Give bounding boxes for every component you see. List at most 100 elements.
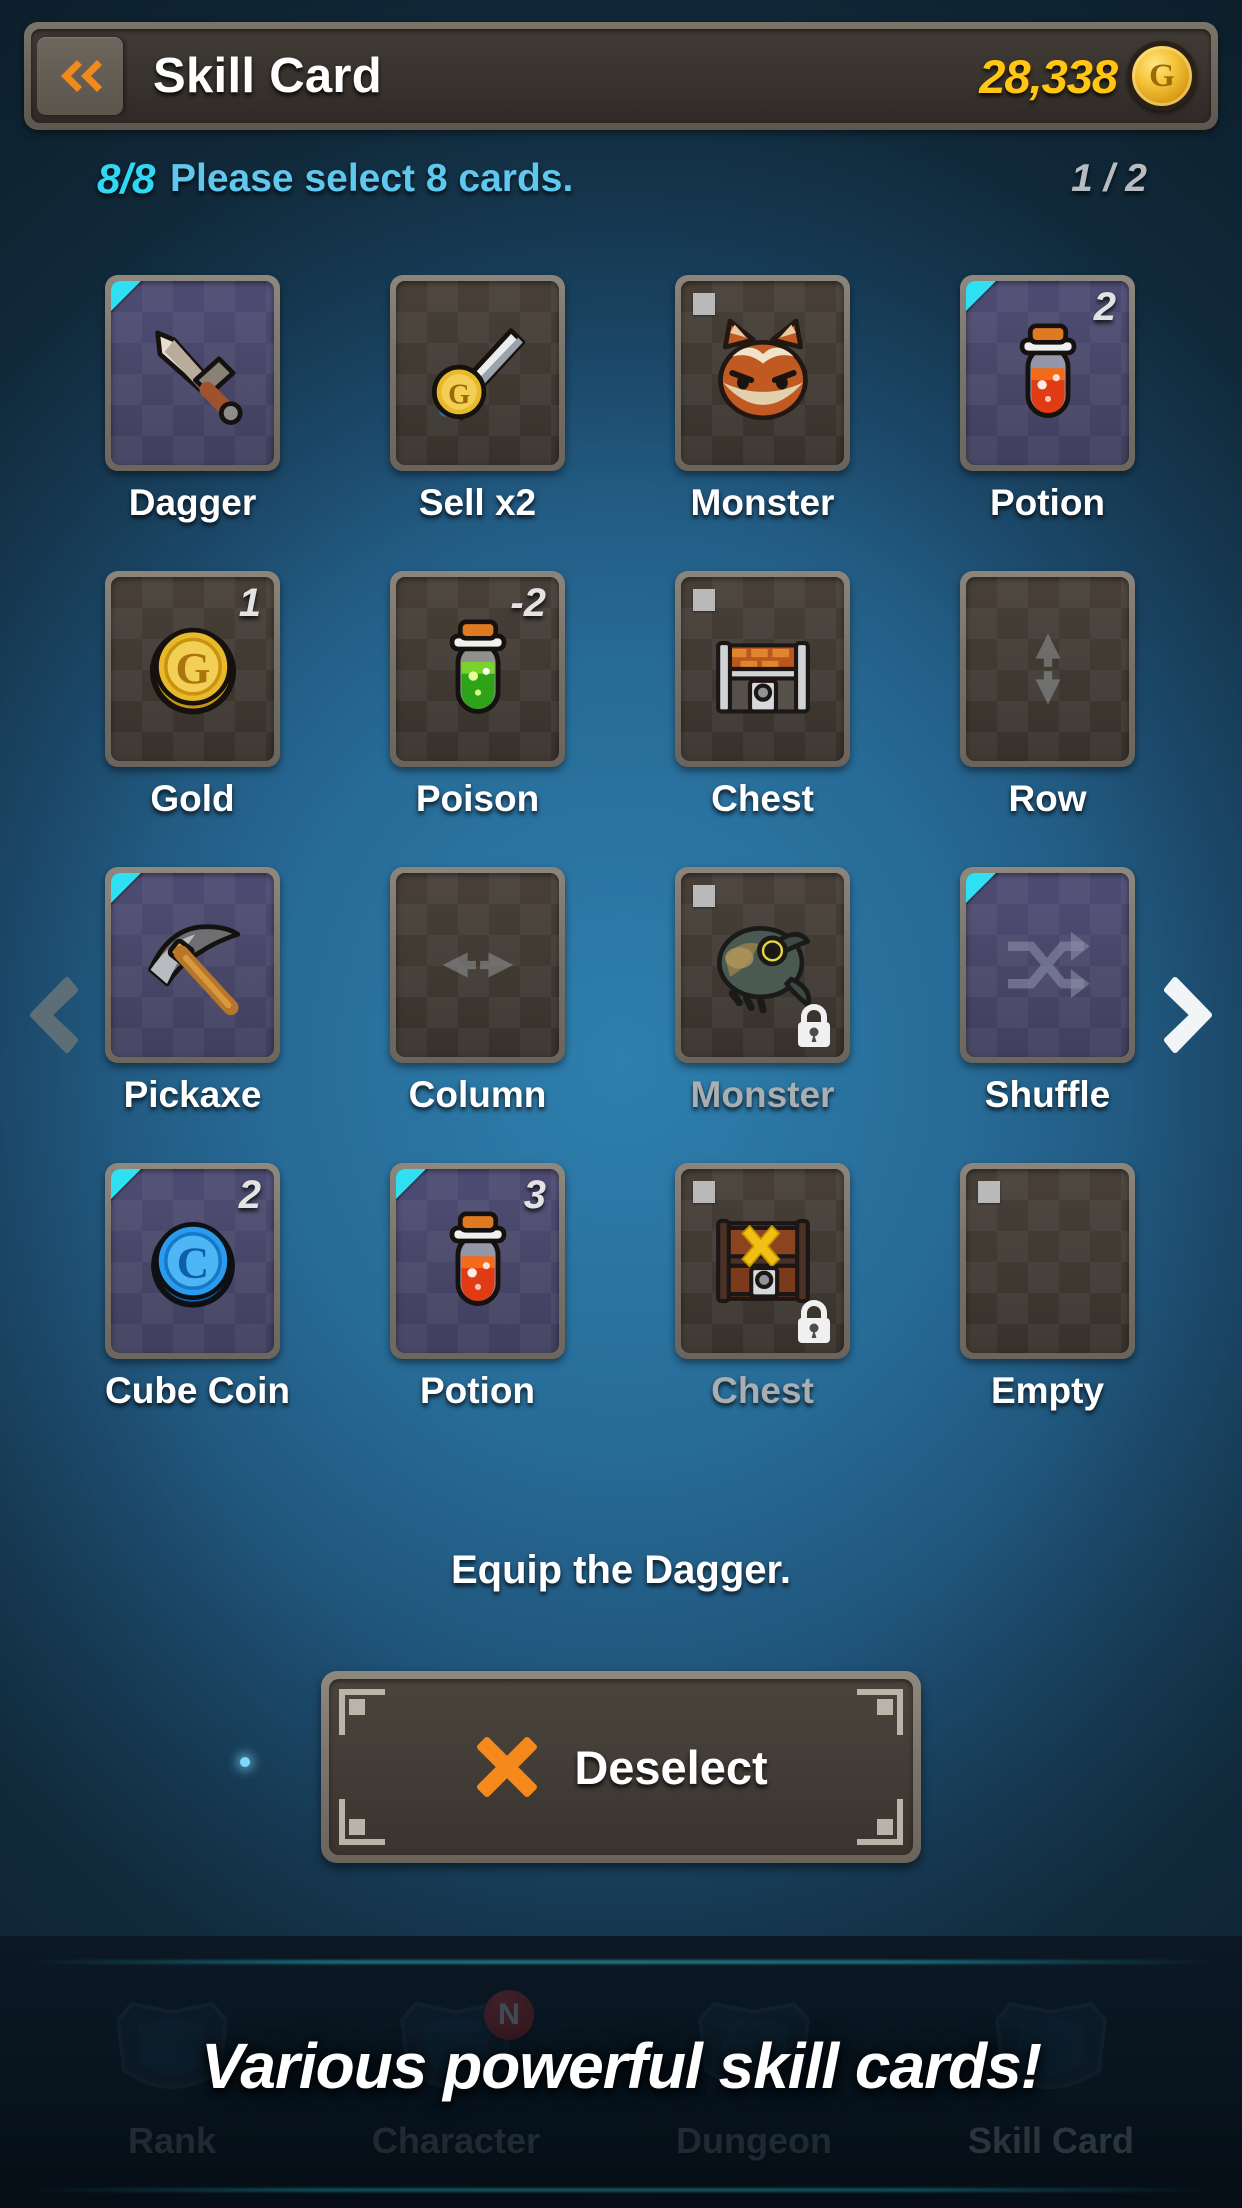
- skill-card-potion[interactable]: 2: [960, 275, 1135, 471]
- card-slot: Monster: [675, 275, 850, 524]
- skill-card-monster[interactable]: [675, 867, 850, 1063]
- bottom-nav-item-rank[interactable]: Rank: [108, 1994, 236, 2162]
- card-label: Monster: [690, 482, 835, 523]
- card-label: Chest: [711, 1370, 814, 1411]
- column-arrows-icon: [442, 952, 513, 978]
- skill-card-pickaxe[interactable]: [105, 867, 280, 1063]
- card-slot: Column: [390, 867, 565, 1116]
- card-type-square-badge: [978, 1181, 1000, 1203]
- card-slot: -2 Poison: [390, 571, 565, 820]
- fox-head-icon: [717, 318, 808, 421]
- back-button[interactable]: [37, 37, 123, 115]
- card-face: [681, 577, 844, 761]
- gold-amount: 28,338: [979, 49, 1118, 103]
- card-type-square-badge: [693, 293, 715, 315]
- skill-card-monster[interactable]: [675, 275, 850, 471]
- deselect-button-inner: Deselect: [329, 1679, 913, 1855]
- skill-card-poison[interactable]: -2: [390, 571, 565, 767]
- card-slot: 2 Potion: [960, 275, 1135, 524]
- card-face: [966, 873, 1129, 1057]
- skill-card-chest[interactable]: [675, 1163, 850, 1359]
- card-type-square-badge: [693, 589, 715, 611]
- skill-card-grid: Dagger G Sell x2 Monster 2 Potion 1 G Go…: [105, 275, 1135, 1412]
- card-slot: 1 G Gold: [105, 571, 280, 820]
- sell-sword-icon: G: [431, 328, 525, 421]
- selection-status-bar: 8/8 Please select 8 cards. 1 / 2: [0, 155, 1242, 215]
- skill-card-sell-x2[interactable]: G: [390, 275, 565, 471]
- card-slot: Shuffle: [960, 867, 1135, 1116]
- new-badge: N: [484, 1990, 535, 2040]
- skill-card-empty[interactable]: [960, 1163, 1135, 1359]
- potion-red-icon: [1019, 323, 1076, 418]
- corner-ornament-br: [857, 1799, 903, 1845]
- gold-coin-letter: G: [1149, 57, 1175, 94]
- sparkle-decoration: [240, 1757, 250, 1767]
- corner-ornament-tl: [339, 1689, 385, 1735]
- chevron-right-icon: [1164, 977, 1212, 1053]
- bottom-nav-item-character[interactable]: N Character: [371, 1990, 541, 2162]
- card-face: [396, 873, 559, 1057]
- card-value-badge: 1: [238, 581, 261, 625]
- card-face: G: [396, 281, 559, 465]
- double-chevron-left-glyph: [61, 60, 102, 92]
- skill-card-potion[interactable]: 3: [390, 1163, 565, 1359]
- double-chevron-left-icon: [53, 56, 107, 96]
- row-arrows-icon: [1035, 633, 1060, 705]
- skill-card-column[interactable]: [390, 867, 565, 1063]
- card-type-square-badge: [693, 885, 715, 907]
- bottom-nav-item-dungeon[interactable]: Dungeon: [676, 1994, 832, 2162]
- header-inner: Skill Card 28,338 G: [31, 29, 1211, 123]
- skill-card-row[interactable]: [960, 571, 1135, 767]
- skill-card-cube-coin[interactable]: 2 C: [105, 1163, 280, 1359]
- shuffle-arrows-icon: [1007, 931, 1090, 999]
- card-label: Potion: [419, 1370, 536, 1411]
- bottom-nav-label: Rank: [127, 2120, 216, 2161]
- bottom-nav-items: Rank N Character Dungeon Skill Card: [0, 1976, 1242, 2196]
- selected-corner-flag: [111, 873, 147, 909]
- svg-text:G: G: [448, 380, 470, 411]
- next-page-arrow[interactable]: [1150, 960, 1230, 1070]
- skill-card-gold[interactable]: 1 G: [105, 571, 280, 767]
- card-face: 2: [966, 281, 1129, 465]
- card-slot: G Sell x2: [390, 275, 565, 524]
- skill-card-shuffle[interactable]: [960, 867, 1135, 1063]
- selection-instruction: Please select 8 cards.: [170, 157, 574, 200]
- nav-item-art: [108, 1994, 236, 2112]
- card-type-square-badge: [693, 1181, 715, 1203]
- prev-page-arrow[interactable]: [12, 960, 92, 1070]
- cross-x-icon: [477, 1737, 538, 1797]
- card-face: [681, 873, 844, 1057]
- page-indicator: 1 / 2: [1071, 157, 1147, 200]
- selected-count: 8/8: [97, 155, 156, 202]
- nav-shield-icon: [994, 2001, 1108, 2089]
- card-description: Equip the Dagger.: [450, 1548, 792, 1592]
- card-face: [966, 1169, 1129, 1353]
- card-label: Chest: [711, 778, 814, 819]
- bottom-nav-item-skill-card[interactable]: Skill Card: [968, 1994, 1134, 2162]
- skill-card-dagger[interactable]: [105, 275, 280, 471]
- card-label: Row: [1008, 778, 1087, 819]
- card-face: 3: [396, 1169, 559, 1353]
- cube-coin-icon: C: [150, 1222, 235, 1308]
- bottom-nav-label: Dungeon: [675, 2120, 832, 2161]
- corner-ornament-bl: [339, 1799, 385, 1845]
- bottom-nav-label: Character: [371, 2120, 541, 2161]
- potion-red-icon: [449, 1211, 506, 1306]
- card-label: Poison: [415, 778, 540, 819]
- card-face: [111, 281, 274, 465]
- card-face: [966, 577, 1129, 761]
- selected-corner-flag: [966, 873, 1002, 909]
- card-label: Column: [408, 1074, 547, 1115]
- card-value-badge: 2: [1093, 285, 1116, 329]
- header-bar: Skill Card 28,338 G: [24, 22, 1218, 130]
- svg-text:G: G: [175, 643, 210, 693]
- card-value-badge: -2: [510, 581, 546, 625]
- card-slot: Chest: [675, 1163, 850, 1412]
- deselect-button[interactable]: Deselect: [321, 1671, 921, 1863]
- card-face: [111, 873, 274, 1057]
- card-slot: Monster: [675, 867, 850, 1116]
- card-value-badge: 3: [523, 1173, 546, 1217]
- card-slot: Empty: [960, 1163, 1135, 1412]
- chevron-left-icon: [30, 977, 78, 1053]
- skill-card-chest[interactable]: [675, 571, 850, 767]
